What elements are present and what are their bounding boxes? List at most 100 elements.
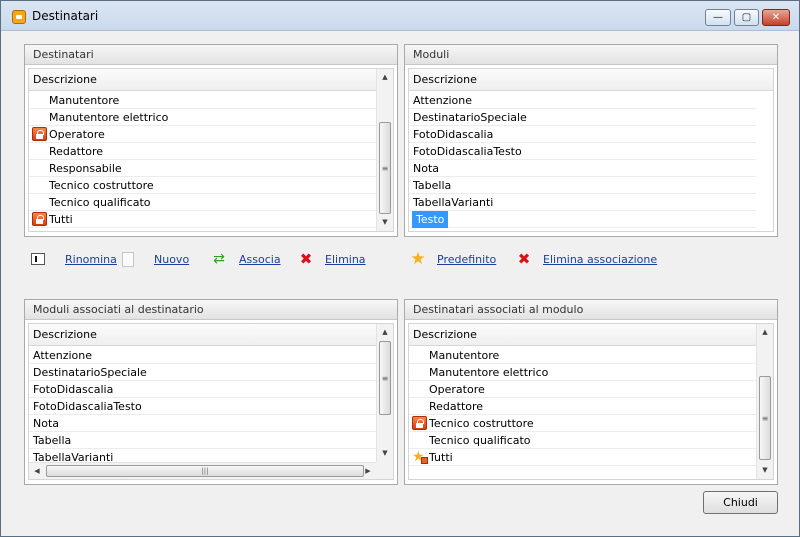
scroll-down-arrow-icon[interactable]: ▼ [377,214,393,231]
moduli-associati-panel: Moduli associati al destinatario Descriz… [24,299,398,485]
moduli-associati-rows: Attenzione DestinatarioSpeciale FotoDidasc… [29,347,376,466]
scroll-up-arrow-icon[interactable]: ▲ [757,324,773,341]
lock-icon [421,457,428,464]
list-item[interactable]: FotoDidascaliaTesto [29,398,376,415]
list-item[interactable]: Tecnico qualificato [409,432,756,449]
list-item[interactable]: Redattore [409,398,756,415]
nuovo-link[interactable]: Nuovo [154,253,189,266]
destinatari-window: Destinatari — ▢ ✕ Destinatari Descrizion… [0,0,800,537]
elimina-link[interactable]: Elimina [325,253,366,266]
list-item-label: Testo [412,211,449,228]
minimize-button[interactable]: — [705,9,731,26]
scroll-thumb[interactable]: ≡ [379,122,391,214]
maximize-button[interactable]: ▢ [734,9,759,26]
column-header-descrizione[interactable]: Descrizione [409,69,773,91]
moduli-rows: Attenzione DestinatarioSpeciale FotoDidasc… [409,92,756,231]
list-item[interactable]: Manutentore elettrico [29,109,376,126]
nuovo-action[interactable]: Nuovo [122,251,189,267]
panel-title: Moduli associati al destinatario [25,300,397,320]
list-item[interactable]: TabellaVarianti [409,194,756,211]
scroll-down-arrow-icon[interactable]: ▼ [757,462,773,479]
list-item[interactable]: FotoDidascalia [29,381,376,398]
list-item-label: FotoDidascalia [413,128,494,141]
moduli-panel: Moduli Descrizione Attenzione Destinatari… [404,44,778,237]
elimina-associazione-action[interactable]: ✖ Elimina associazione [516,251,657,267]
scroll-left-arrow-icon[interactable]: ◀ [29,463,45,479]
list-item[interactable]: DestinatarioSpeciale [29,364,376,381]
list-item-label: FotoDidascaliaTesto [33,400,142,413]
star-icon: ★ [410,249,426,269]
column-header-descrizione[interactable]: Descrizione [409,324,773,346]
predefinito-action[interactable]: ★ Predefinito [410,249,496,269]
list-item-label: DestinatarioSpeciale [413,111,527,124]
list-item[interactable]: Tecnico costruttore [29,177,376,194]
list-item[interactable]: Manutentore elettrico [409,364,756,381]
predefinito-link[interactable]: Predefinito [437,253,496,266]
elimina-associazione-link[interactable]: Elimina associazione [543,253,657,266]
scroll-thumb[interactable]: ≡ [379,341,391,415]
list-item[interactable]: Redattore [29,143,376,160]
list-item-label: Operatore [429,383,485,396]
list-item[interactable]: Operatore [29,126,376,143]
app-icon [12,10,26,24]
scroll-up-arrow-icon[interactable]: ▲ [377,324,393,341]
list-item[interactable]: Tutti [29,211,376,228]
list-item-label: Operatore [49,128,105,141]
list-item[interactable]: Operatore [409,381,756,398]
rinomina-link[interactable]: Rinomina [65,253,117,266]
vertical-scrollbar[interactable]: ▲ ≡ ▼ [376,324,393,462]
scroll-down-arrow-icon[interactable]: ▼ [377,445,393,462]
list-item[interactable]: Tabella [409,177,756,194]
list-item[interactable]: FotoDidascalia [409,126,756,143]
list-item-label: TabellaVarianti [413,196,494,209]
list-item[interactable]: Tecnico qualificato [29,194,376,211]
panel-title: Destinatari [25,45,397,65]
list-item[interactable]: Manutentore [409,347,756,364]
list-item-label: FotoDidascalia [33,383,114,396]
title-bar[interactable]: Destinatari — ▢ ✕ [1,1,799,31]
destinatari-grid[interactable]: Descrizione Manutentore Manutentore elett… [28,68,394,232]
horizontal-scroll-thumb[interactable]: ||| [46,465,364,477]
destinatari-associati-panel: Destinatari associati al modulo Descrizi… [404,299,778,485]
list-item-label: Responsabile [49,162,122,175]
vertical-scrollbar[interactable]: ▲ ≡ ▼ [376,69,393,231]
list-item-label: Tabella [33,434,72,447]
horizontal-scrollbar[interactable]: ◀ ||| ▶ [29,462,376,479]
scroll-right-arrow-icon[interactable]: ▶ [360,463,376,479]
list-item[interactable]: ★ Tutti [409,449,756,466]
list-item[interactable]: Nota [29,415,376,432]
list-item[interactable]: Tabella [29,432,376,449]
list-item[interactable]: DestinatarioSpeciale [409,109,756,126]
list-item-label: Attenzione [413,94,472,107]
associa-action[interactable]: ⇄ Associa [211,251,281,267]
chiudi-button[interactable]: Chiudi [703,491,778,514]
close-window-button[interactable]: ✕ [762,9,790,26]
list-item-label: Tecnico qualificato [49,196,151,209]
column-header-descrizione[interactable]: Descrizione [29,69,393,91]
scroll-thumb[interactable]: ≡ [759,376,771,460]
list-item-label: Manutentore [429,349,500,362]
destinatari-associati-grid[interactable]: Descrizione Manutentore Manutentore elett… [408,323,774,480]
list-item[interactable]: Attenzione [29,347,376,364]
list-item-label: Manutentore elettrico [49,111,169,124]
scroll-up-arrow-icon[interactable]: ▲ [377,69,393,86]
list-item-label: Tutti [429,451,453,464]
moduli-associati-grid[interactable]: Descrizione Attenzione DestinatarioSpecia… [28,323,394,480]
list-item[interactable]: Attenzione [409,92,756,109]
list-item-label: Tecnico costruttore [49,179,154,192]
list-item[interactable]: Testo [409,211,756,228]
delete-association-icon: ✖ [517,250,531,268]
list-item[interactable]: FotoDidascaliaTesto [409,143,756,160]
associa-link[interactable]: Associa [239,253,281,266]
list-item[interactable]: Responsabile [29,160,376,177]
list-item-label: Redattore [49,145,104,158]
list-item[interactable]: Nota [409,160,756,177]
rinomina-action[interactable]: Rinomina [31,251,117,267]
list-item[interactable]: Tecnico costruttore [409,415,756,432]
vertical-scrollbar[interactable]: ▲ ≡ ▼ [756,324,773,479]
moduli-grid[interactable]: Descrizione Attenzione DestinatarioSpecia… [408,68,774,232]
list-item[interactable]: Manutentore [29,92,376,109]
elimina-action[interactable]: ✖ Elimina [298,251,366,267]
rename-icon [31,253,45,265]
column-header-descrizione[interactable]: Descrizione [29,324,393,346]
